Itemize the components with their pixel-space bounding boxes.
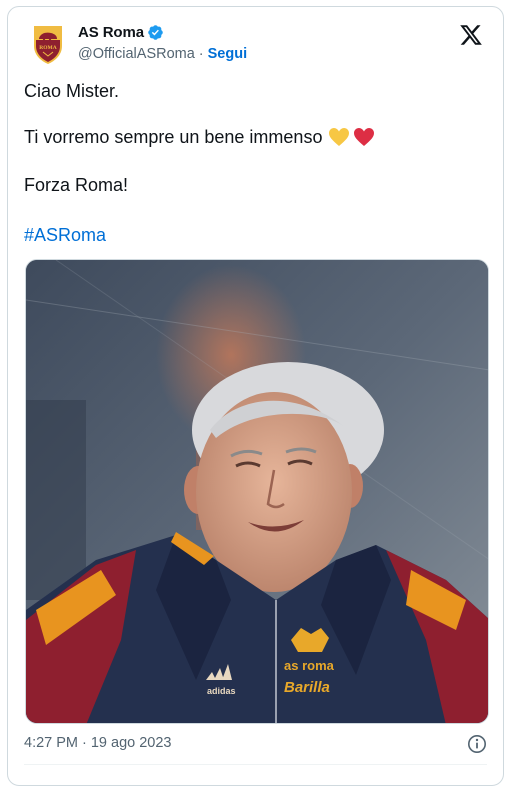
x-logo-icon[interactable] xyxy=(459,23,483,47)
yellow-heart-icon xyxy=(328,127,350,147)
tweet-time: 4:27 PM xyxy=(24,735,78,751)
tweet-line-message-text: Ti vorremo sempre un bene immenso xyxy=(24,127,323,147)
verified-badge-icon xyxy=(147,24,164,41)
tweet-photo[interactable]: as roma Barilla adidas xyxy=(25,259,489,724)
jacket-sponsor-text: Barilla xyxy=(284,679,330,696)
info-icon[interactable] xyxy=(467,734,487,754)
hashtag-link[interactable]: #ASRoma xyxy=(24,223,106,247)
tweet-line-cheer: Forza Roma! xyxy=(24,175,129,195)
tweet-date: 19 ago 2023 xyxy=(90,735,172,751)
account-name[interactable]: AS Roma xyxy=(78,24,144,41)
avatar[interactable]: ROMA xyxy=(24,19,72,67)
timestamp-separator: · xyxy=(82,735,87,751)
tweet-timestamp[interactable]: 4:27 PM · 19 ago 2023 xyxy=(24,735,171,751)
red-heart-icon xyxy=(353,127,375,147)
tweet-card: ROMA AS Roma @OfficialASRoma · Segui Cia… xyxy=(7,6,504,786)
tweet-line-message: Ti vorremo sempre un bene immenso xyxy=(24,125,375,149)
jacket-brand-text: adidas xyxy=(207,686,236,696)
tweet-header: ROMA AS Roma @OfficialASRoma · Segui xyxy=(24,19,491,67)
jacket-logo-text: as roma xyxy=(284,658,335,673)
follow-button[interactable]: Segui xyxy=(208,46,247,62)
account-identity: AS Roma @OfficialASRoma · Segui xyxy=(78,22,247,64)
as-roma-crest-icon: ROMA xyxy=(24,19,72,67)
account-handle[interactable]: @OfficialASRoma xyxy=(78,46,195,62)
divider xyxy=(24,764,487,765)
avatar-crest-text: ROMA xyxy=(39,45,56,51)
handle-separator: · xyxy=(198,46,204,62)
tweet-line-greeting: Ciao Mister. xyxy=(24,81,120,101)
